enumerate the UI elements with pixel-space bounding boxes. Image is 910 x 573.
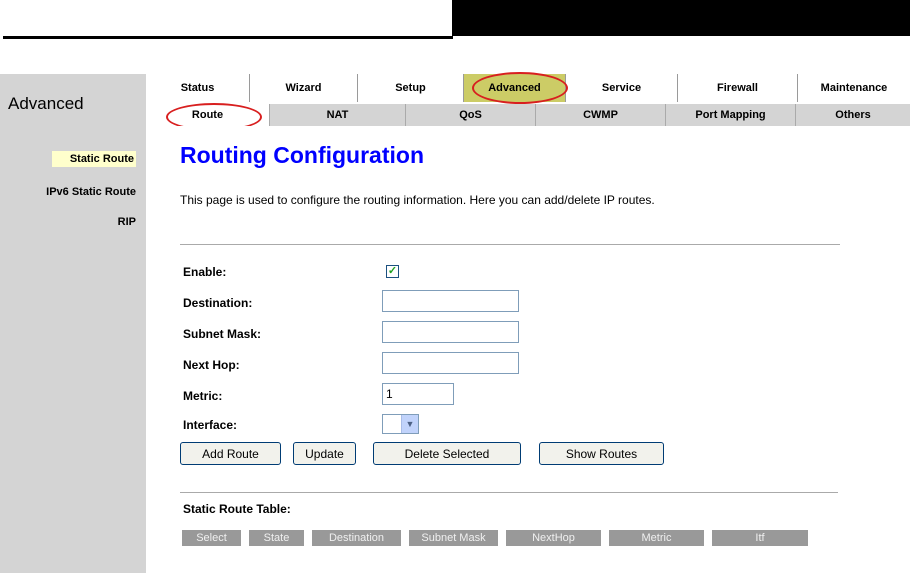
destination-input[interactable] xyxy=(382,290,519,312)
divider-bottom xyxy=(180,492,838,493)
tab-firewall[interactable]: Firewall xyxy=(678,74,798,102)
next-hop-label: Next Hop: xyxy=(183,358,240,372)
column-header-destination: Destination xyxy=(312,530,401,546)
destination-label: Destination: xyxy=(183,296,253,310)
tab-status[interactable]: Status xyxy=(146,74,250,102)
page-description: This page is used to configure the routi… xyxy=(180,193,655,207)
sidebar-item-ipv6-static-route[interactable]: IPv6 Static Route xyxy=(46,186,136,198)
static-route-table-title: Static Route Table: xyxy=(183,502,291,516)
sidebar-item-rip[interactable]: RIP xyxy=(118,216,136,228)
column-header-itf: Itf xyxy=(712,530,808,546)
column-header-subnet-mask: Subnet Mask xyxy=(409,530,498,546)
interface-label: Interface: xyxy=(183,418,238,432)
column-header-state: State xyxy=(249,530,304,546)
subtab-qos[interactable]: QoS xyxy=(406,104,536,126)
top-banner xyxy=(452,0,910,36)
page-title: Routing Configuration xyxy=(180,142,424,168)
subtab-nat[interactable]: NAT xyxy=(270,104,406,126)
add-route-button[interactable]: Add Route xyxy=(180,442,281,465)
tab-advanced[interactable]: Advanced xyxy=(464,74,566,102)
main-content: Routing Configuration This page is used … xyxy=(146,126,910,573)
section-header: Advanced xyxy=(0,74,146,126)
next-hop-input[interactable] xyxy=(382,352,519,374)
subtab-cwmp[interactable]: CWMP xyxy=(536,104,666,126)
tab-wizard[interactable]: Wizard xyxy=(250,74,358,102)
subnet-mask-input[interactable] xyxy=(382,321,519,343)
column-header-nexthop: NextHop xyxy=(506,530,601,546)
subtab-route[interactable]: Route xyxy=(146,104,270,126)
section-title: Advanced xyxy=(8,94,84,113)
delete-selected-button[interactable]: Delete Selected xyxy=(373,442,521,465)
primary-nav: Status Wizard Setup Advanced Service Fir… xyxy=(146,74,910,102)
column-header-metric: Metric xyxy=(609,530,704,546)
interface-select[interactable]: ▼ xyxy=(382,414,419,434)
update-button[interactable]: Update xyxy=(293,442,356,465)
subtab-others[interactable]: Others xyxy=(796,104,910,126)
tab-setup[interactable]: Setup xyxy=(358,74,464,102)
subnet-mask-label: Subnet Mask: xyxy=(183,327,262,341)
tab-maintenance[interactable]: Maintenance xyxy=(798,74,910,102)
secondary-nav: Route NAT QoS CWMP Port Mapping Others xyxy=(146,104,910,126)
chevron-down-icon[interactable]: ▼ xyxy=(401,415,418,433)
sidebar: Static Route IPv6 Static Route RIP xyxy=(0,126,146,573)
banner-divider xyxy=(3,36,453,39)
metric-input[interactable] xyxy=(382,383,454,405)
show-routes-button[interactable]: Show Routes xyxy=(539,442,664,465)
metric-label: Metric: xyxy=(183,389,223,403)
divider-top xyxy=(180,244,840,245)
static-route-table-header: Select State Destination Subnet Mask Nex… xyxy=(182,530,808,546)
sidebar-item-static-route[interactable]: Static Route xyxy=(51,151,136,167)
subtab-port-mapping[interactable]: Port Mapping xyxy=(666,104,796,126)
enable-label: Enable: xyxy=(183,265,227,279)
tab-service[interactable]: Service xyxy=(566,74,678,102)
column-header-select: Select xyxy=(182,530,241,546)
enable-checkbox[interactable]: ✓ xyxy=(386,265,399,278)
